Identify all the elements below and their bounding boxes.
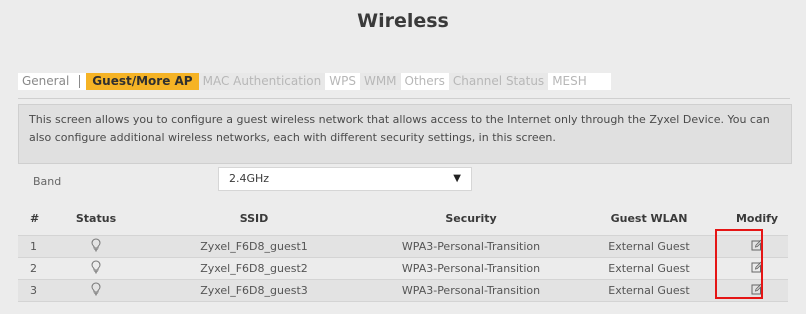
header-modify: Modify: [735, 211, 779, 225]
row-num: 2: [30, 262, 37, 275]
status-cell: [54, 238, 138, 255]
edit-icon[interactable]: [751, 239, 763, 251]
divider: [18, 98, 790, 99]
row-ssid: Zyxel_F6D8_guest1: [200, 240, 308, 253]
header-security: Security: [445, 211, 497, 225]
header-status: Status: [75, 211, 117, 225]
table-row: 1 Zyxel_F6D8_guest1 WPA3-Personal-Transi…: [18, 235, 788, 257]
tab-wps[interactable]: WPS: [325, 73, 360, 90]
band-select[interactable]: 2.4GHz ▼: [218, 167, 472, 191]
info-description: This screen allows you to configure a gu…: [18, 104, 792, 164]
edit-icon[interactable]: [751, 261, 763, 273]
lightbulb-icon: [91, 238, 101, 252]
header-ssid: SSID: [239, 211, 269, 225]
status-cell: [54, 260, 138, 277]
row-num: 1: [30, 240, 37, 253]
edit-icon[interactable]: [751, 283, 763, 295]
header-guest-wlan: Guest WLAN: [610, 211, 688, 225]
tab-general[interactable]: General: [18, 73, 73, 90]
page-title: Wireless: [357, 10, 449, 32]
row-security: WPA3-Personal-Transition: [401, 284, 541, 297]
tab-mesh[interactable]: MESH: [548, 73, 591, 90]
row-security: WPA3-Personal-Transition: [401, 240, 541, 253]
row-num: 3: [30, 284, 37, 297]
row-guest-wlan: External Guest: [608, 284, 690, 297]
row-ssid: Zyxel_F6D8_guest2: [200, 262, 308, 275]
row-security: WPA3-Personal-Transition: [401, 262, 541, 275]
row-guest-wlan: External Guest: [608, 262, 690, 275]
row-guest-wlan: External Guest: [608, 240, 690, 253]
band-label: Band: [33, 175, 62, 188]
status-cell: [54, 282, 138, 299]
caret-down-icon: ▼: [453, 173, 461, 184]
lightbulb-icon: [91, 282, 101, 296]
tab-others[interactable]: Others: [401, 73, 449, 90]
lightbulb-icon: [91, 260, 101, 274]
row-ssid: Zyxel_F6D8_guest3: [200, 284, 308, 297]
table-header: # Status SSID Security Guest WLAN Modify: [18, 210, 788, 226]
tab-bar: General Guest/More AP MAC Authentication…: [18, 73, 611, 90]
tab-wmm[interactable]: WMM: [359, 73, 401, 90]
tab-mac-authentication[interactable]: MAC Authentication: [198, 73, 326, 90]
modify-cell: [726, 283, 788, 298]
modify-cell: [726, 261, 788, 276]
band-select-value: 2.4GHz: [229, 172, 270, 185]
table-row: 2 Zyxel_F6D8_guest2 WPA3-Personal-Transi…: [18, 257, 788, 279]
table-row: 3 Zyxel_F6D8_guest3 WPA3-Personal-Transi…: [18, 279, 788, 302]
tab-channel-status[interactable]: Channel Status: [448, 73, 549, 90]
guest-wlan-table: # Status SSID Security Guest WLAN Modify…: [18, 210, 788, 302]
header-num: #: [30, 211, 40, 225]
tab-guest-more-ap[interactable]: Guest/More AP: [86, 73, 199, 90]
tab-separator: [79, 75, 81, 88]
modify-cell: [726, 239, 788, 254]
